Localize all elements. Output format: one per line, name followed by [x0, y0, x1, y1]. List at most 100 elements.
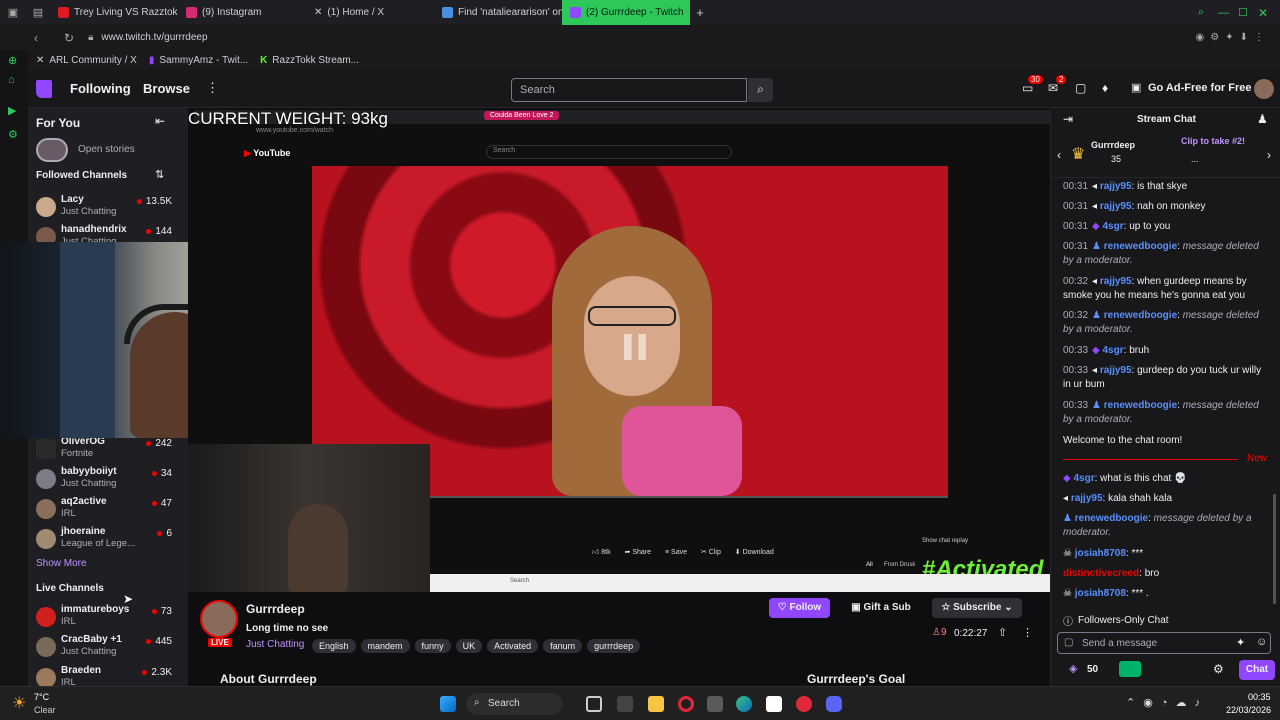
browser-tab[interactable]: (9) Instagram: [178, 0, 306, 25]
reload-icon[interactable]: ↻: [64, 31, 74, 45]
stories-avatar[interactable]: [36, 138, 68, 162]
video-player[interactable]: Coulda Been Love 2 www.youtube.com/watch…: [188, 108, 1050, 592]
chat-users-icon[interactable]: ♟: [1257, 112, 1268, 126]
streamer-name[interactable]: Gurrrdeep: [246, 602, 305, 616]
sidebar-channel[interactable]: Lacy Just Chatting 13.5K: [28, 192, 188, 222]
tag[interactable]: Activated: [487, 639, 539, 653]
windows-start-icon[interactable]: [440, 696, 456, 712]
chat-scrollbar[interactable]: [1273, 494, 1276, 604]
file-explorer-icon[interactable]: [648, 696, 664, 712]
minimize-button[interactable]: —: [1218, 7, 1238, 19]
browser-tab-active[interactable]: (2) Gurrrdeep - Twitch: [562, 0, 690, 25]
sidebar-channel[interactable]: OliverOG Fortnite 242: [28, 434, 188, 464]
collapse-sidebar-icon[interactable]: ⇤: [155, 114, 165, 128]
search-tabs-icon[interactable]: ⌕: [1198, 6, 1218, 19]
sidebar-channel[interactable]: immatureboys IRL 73: [28, 602, 188, 632]
whispers-icon[interactable]: ▢: [1075, 81, 1086, 95]
rail-icon[interactable]: ⌂: [8, 74, 15, 86]
bookmark-item[interactable]: SammyAmz - Twit...: [159, 55, 248, 66]
tag[interactable]: English: [312, 639, 356, 653]
rail-icon[interactable]: ⚙: [8, 128, 18, 141]
chat-panel: ⇥ Stream Chat ♟ ‹ ♛ Gurrrdeep 35 Clip to…: [1050, 108, 1280, 686]
second-webcam-person: [288, 504, 348, 592]
opera-gx-icon[interactable]: [796, 696, 812, 712]
yt-actions: 👍︎ 8tk ➦ Share ≡ Save ✂ Clip ⬇ Download: [592, 549, 774, 556]
maximize-button[interactable]: ☐: [1238, 6, 1258, 19]
gift-sub-button[interactable]: ▣ Gift a Sub: [839, 598, 923, 618]
filter-all: All: [866, 562, 873, 568]
browser-tab[interactable]: Trey Living VS Razztok Fu: [50, 0, 178, 25]
chat-message: 00:31 ◂ rajjy95: nah on monkey: [1063, 201, 1206, 212]
follow-button[interactable]: ♡ Follow: [769, 598, 830, 618]
close-window-button[interactable]: ✕: [1258, 6, 1280, 20]
discord-icon[interactable]: [826, 696, 842, 712]
download-icon: ⬇: [734, 549, 743, 556]
subscribe-button[interactable]: ☆ Subscribe ⌄: [932, 598, 1022, 618]
back-icon[interactable]: ‹: [34, 31, 38, 45]
rail-icon[interactable]: ▶: [8, 104, 16, 117]
browser-tab[interactable]: ✕ (1) Home / X: [306, 0, 434, 25]
skull-icon: ☠: [1063, 588, 1075, 599]
opera-icon[interactable]: [678, 696, 694, 712]
browser-tab[interactable]: Find 'natalieararison' on: [434, 0, 562, 25]
chat-input[interactable]: ▢ Send a message ✦ ☺: [1057, 632, 1271, 654]
streamer-avatar[interactable]: [200, 600, 238, 638]
new-tab-button[interactable]: +: [690, 5, 710, 20]
browser-menu-icon[interactable]: ▣: [0, 6, 26, 19]
twitch-top-nav: Following Browse ⋮ Search ⌕ ▭ 30 ✉ 2 ▢ ♦…: [28, 70, 1280, 108]
emote-icon[interactable]: ☺: [1256, 636, 1267, 648]
prediction-button[interactable]: [1119, 661, 1141, 677]
bits-icon[interactable]: ✦: [1236, 636, 1245, 649]
rail-icon[interactable]: ⊕: [8, 54, 17, 67]
live-dot-icon: [146, 638, 152, 644]
nav-following[interactable]: Following: [70, 81, 131, 96]
sidebar-channel[interactable]: babyyboiiyt Just Chatting 34: [28, 464, 188, 494]
tag[interactable]: UK: [455, 639, 483, 653]
search-input[interactable]: Search: [511, 78, 747, 102]
ad-free-button[interactable]: Go Ad-Free for Free: [1148, 82, 1252, 94]
inbox-icon[interactable]: ✉: [1048, 81, 1058, 95]
chat-send-button[interactable]: Chat: [1239, 660, 1275, 680]
sidebar-channel[interactable]: jhoeraine League of Lege... 6: [28, 524, 188, 554]
more-icon[interactable]: ⋮: [206, 80, 219, 96]
second-webcam: [188, 444, 430, 592]
edge-icon[interactable]: [736, 696, 752, 712]
tag[interactable]: fanum: [543, 639, 583, 653]
search-button[interactable]: ⌕: [748, 78, 773, 102]
task-view-icon[interactable]: [586, 696, 602, 712]
sidebar-channel[interactable]: aq2active IRL 47: [28, 494, 188, 524]
url-field[interactable]: www.twitch.tv/gurrrdeep: [101, 32, 207, 43]
chevron-left-icon[interactable]: ‹: [1057, 148, 1061, 162]
notion-icon[interactable]: [766, 696, 782, 712]
nav-browse[interactable]: Browse: [143, 81, 190, 96]
tag[interactable]: gurrrdeep: [587, 639, 641, 653]
collapse-chat-icon[interactable]: ⇥: [1063, 112, 1073, 126]
category-link[interactable]: Just Chatting: [246, 639, 304, 650]
settings-icon[interactable]: ⚙: [1213, 662, 1224, 676]
yt-tab: Coulda Been Love 2: [484, 111, 560, 120]
chat-header: Stream Chat: [1137, 114, 1196, 125]
tag[interactable]: funny: [414, 639, 451, 653]
tag[interactable]: mandem: [360, 639, 410, 653]
tab-list-icon[interactable]: ▤: [26, 6, 50, 19]
share-icon[interactable]: ⇧: [998, 626, 1007, 639]
bookmark-item[interactable]: ARL Community / X: [49, 55, 136, 66]
twitch-logo-icon[interactable]: [36, 80, 52, 98]
extensions-icons[interactable]: ◉⚙✦⬇⋮: [1196, 32, 1270, 43]
sort-icon[interactable]: ⇅: [155, 168, 164, 181]
chevron-right-icon[interactable]: ›: [1267, 148, 1271, 162]
calculator-icon[interactable]: [707, 696, 723, 712]
terminal-icon[interactable]: [617, 696, 633, 712]
taskbar-search[interactable]: ⌕ Search: [466, 693, 562, 715]
user-avatar[interactable]: [1254, 79, 1274, 99]
show-more-link[interactable]: Show More: [36, 558, 87, 569]
crown-icon[interactable]: ♦: [1102, 81, 1108, 95]
pinned-banner[interactable]: ‹ ♛ Gurrrdeep 35 Clip to take #2! ... ›: [1051, 134, 1280, 178]
open-stories-link[interactable]: Open stories: [78, 144, 135, 155]
sidebar-channel[interactable]: CracBaby +1 Just Chatting 445: [28, 632, 188, 662]
bookmark-item[interactable]: RazzTokk Stream...: [272, 55, 359, 66]
tray-icons[interactable]: ⌃◉◔☁♪: [1126, 696, 1208, 709]
more-options-icon[interactable]: ⋮: [1022, 626, 1033, 639]
points-icon: ◈: [1069, 663, 1078, 675]
browser-tab-bar: ▣ ▤ Trey Living VS Razztok Fu (9) Instag…: [0, 0, 1280, 25]
